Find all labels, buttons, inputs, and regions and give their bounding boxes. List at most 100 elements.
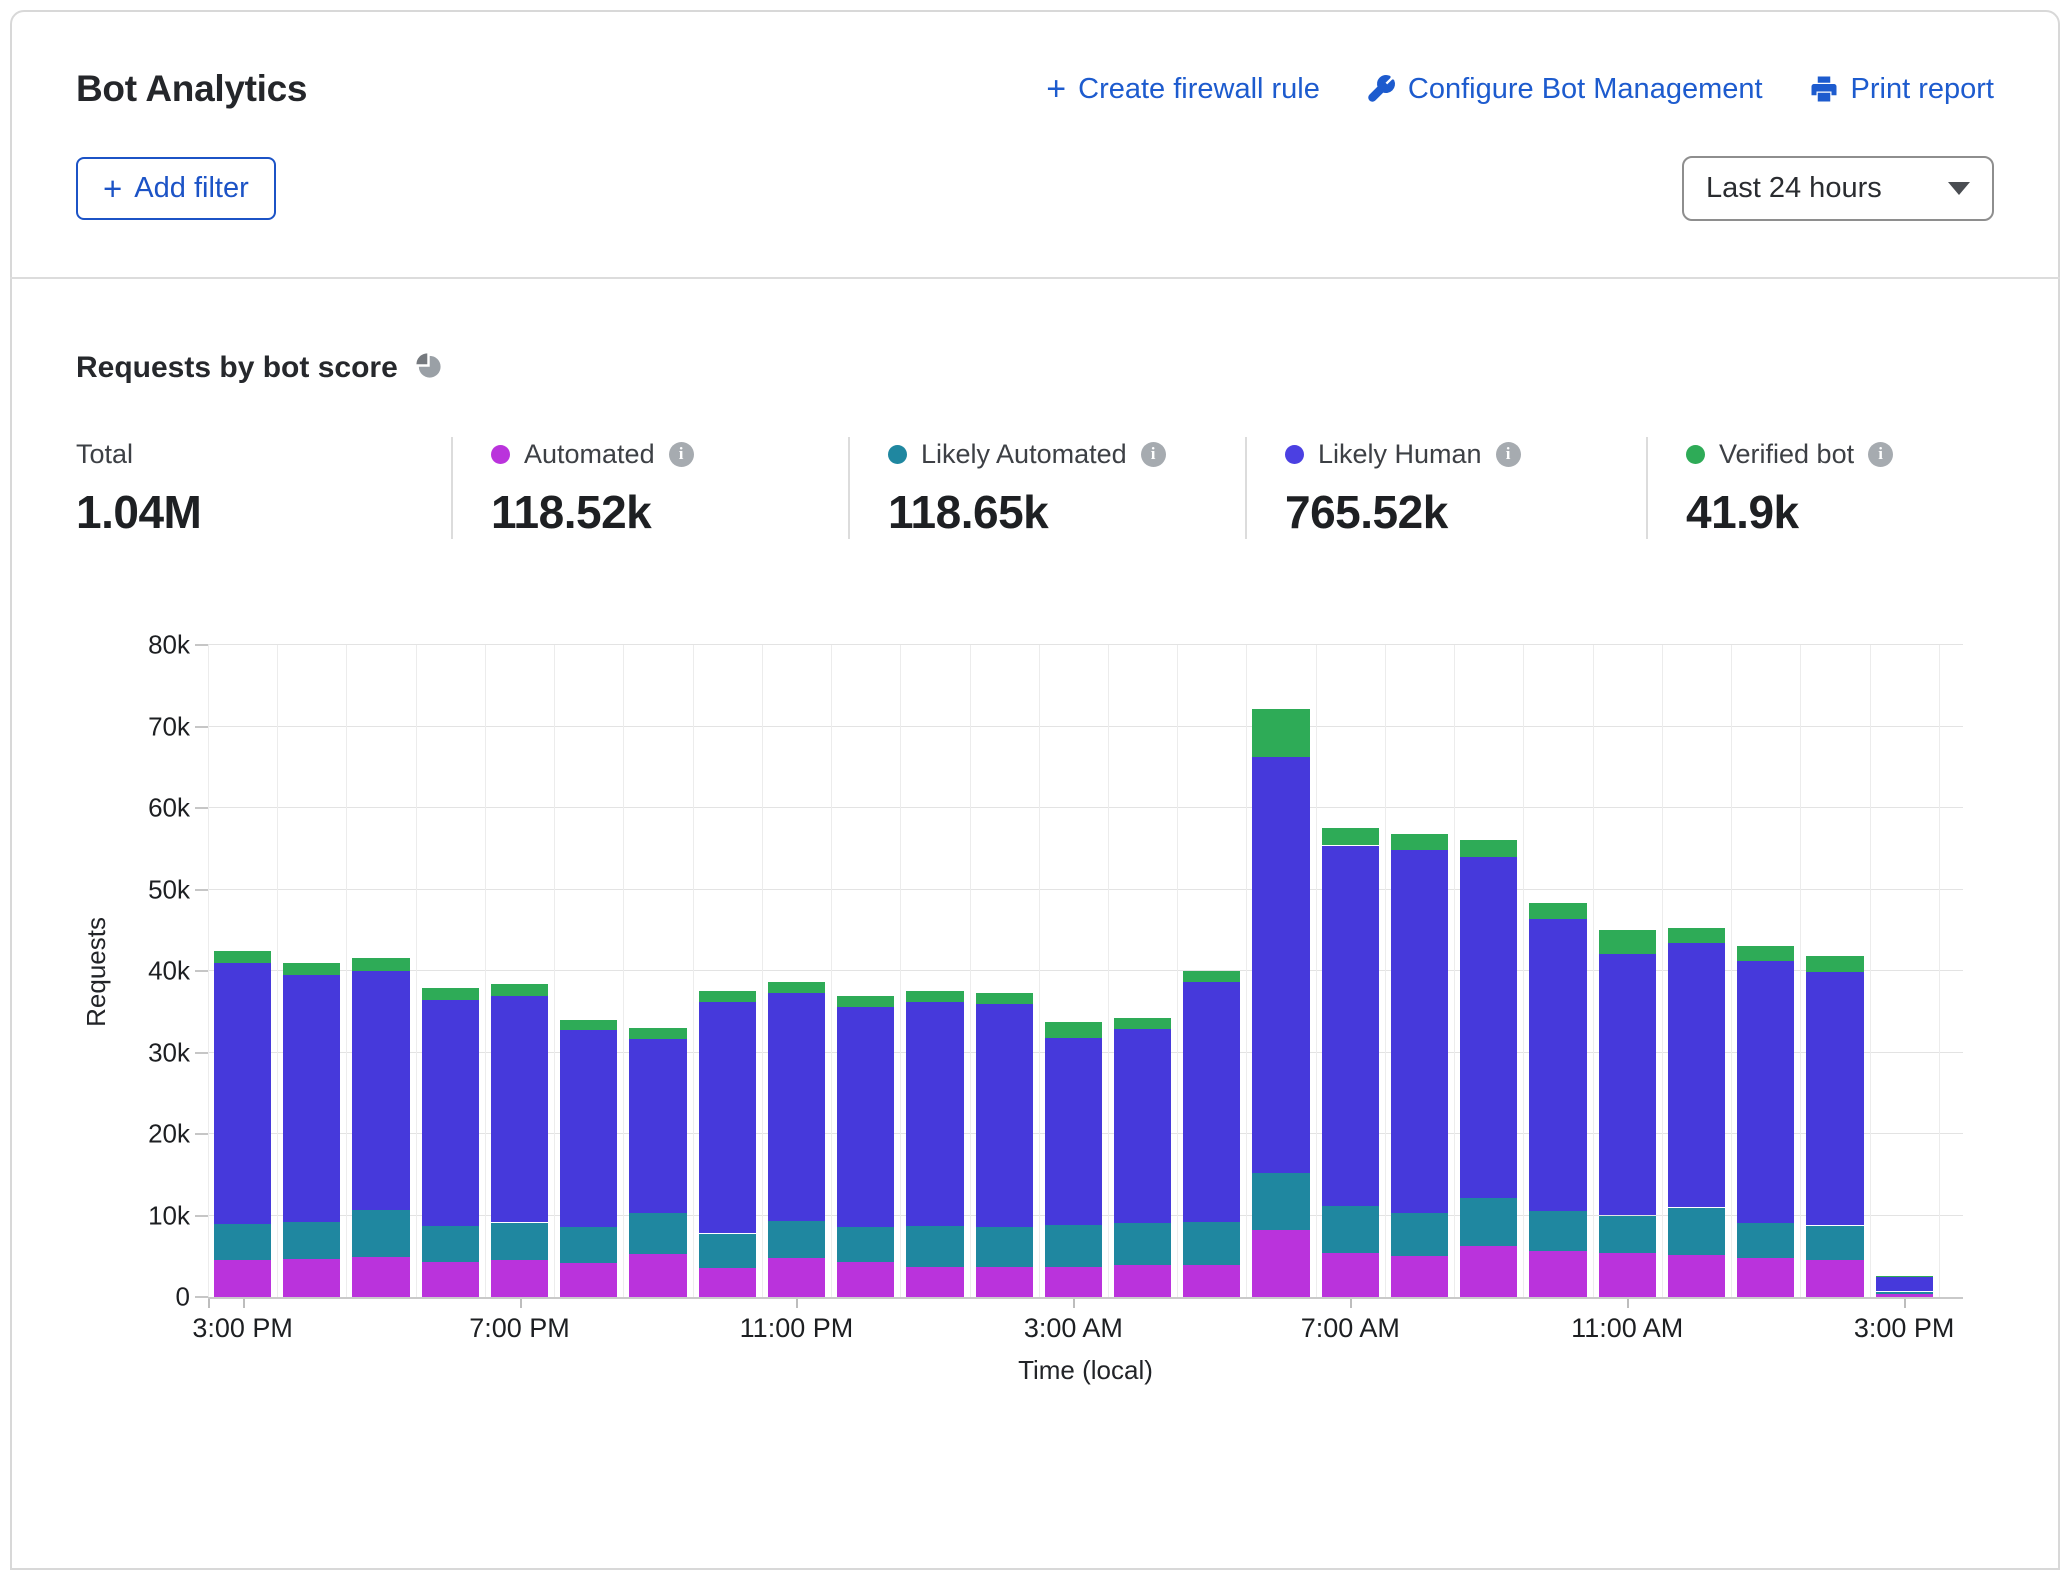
bar-segment-verified-bot	[1737, 946, 1794, 961]
stat-automated: Automated i 118.52k	[451, 437, 848, 539]
bar-segment-likely-automated	[1806, 1226, 1863, 1260]
bar-segment-likely-human	[1599, 953, 1656, 1215]
requests-chart: Requests 010k20k30k40k50k60k70k80k 3:00 …	[76, 645, 1994, 1299]
bar-3-00-AM[interactable]	[1045, 1022, 1102, 1297]
bar-2-00-AM[interactable]	[976, 992, 1033, 1297]
bar-segment-likely-automated	[491, 1223, 548, 1260]
bar-segment-verified-bot	[1322, 828, 1379, 845]
bar-segment-verified-bot	[1045, 1022, 1102, 1038]
bar-10-00-PM[interactable]	[699, 991, 756, 1297]
bar-segment-automated	[837, 1262, 894, 1297]
bar-segment-verified-bot	[1599, 930, 1656, 954]
y-tick-label: 60k	[148, 793, 190, 824]
gridline	[208, 889, 1963, 890]
bot-analytics-card: Bot Analytics + Create firewall rule Con…	[10, 10, 2060, 1570]
bar-segment-likely-human	[1045, 1038, 1102, 1225]
stat-label: Verified bot	[1719, 439, 1854, 470]
print-report-link[interactable]: Print report	[1809, 73, 1994, 106]
bar-3-00-PM[interactable]	[214, 951, 271, 1297]
bar-segment-likely-human	[1529, 918, 1586, 1211]
x-tick-mark	[208, 1299, 210, 1308]
add-filter-button[interactable]: + Add filter	[76, 157, 276, 220]
bar-segment-likely-human	[1322, 846, 1379, 1206]
bar-segment-automated	[1599, 1253, 1656, 1297]
gridline	[485, 645, 486, 1297]
x-tick-mark	[520, 1299, 522, 1308]
bar-segment-verified-bot	[352, 958, 409, 971]
y-tick-mark	[195, 1215, 208, 1217]
bar-segment-verified-bot	[837, 996, 894, 1007]
automated-dot-icon	[491, 445, 510, 464]
bar-segment-likely-automated	[214, 1224, 271, 1260]
bar-segment-automated	[629, 1254, 686, 1297]
bar-segment-likely-automated	[906, 1226, 963, 1267]
bar-6-00-AM[interactable]	[1252, 709, 1309, 1297]
bar-7-00-AM[interactable]	[1322, 828, 1379, 1297]
bar-6-00-PM[interactable]	[422, 988, 479, 1297]
bar-segment-likely-automated	[1391, 1213, 1448, 1256]
y-tick-label: 40k	[148, 956, 190, 987]
x-tick-label: 3:00 PM	[1854, 1313, 1955, 1344]
gridline	[416, 645, 417, 1297]
gridline	[277, 645, 278, 1297]
x-tick-mark	[243, 1299, 245, 1308]
bar-segment-likely-human	[1391, 850, 1448, 1213]
info-icon[interactable]: i	[1868, 442, 1893, 467]
bar-11-00-PM[interactable]	[768, 982, 825, 1297]
y-tick-label: 10k	[148, 1200, 190, 1231]
bar-segment-verified-bot	[214, 951, 271, 963]
bar-segment-likely-human	[837, 1007, 894, 1227]
bar-segment-verified-bot	[283, 963, 340, 975]
bar-12-00-PM[interactable]	[1668, 929, 1725, 1297]
bar-4-00-PM[interactable]	[283, 963, 340, 1297]
y-tick-label: 80k	[148, 630, 190, 661]
bar-3-00-PM[interactable]	[1876, 1277, 1933, 1297]
stat-value: 1.04M	[76, 485, 451, 539]
info-icon[interactable]: i	[669, 442, 694, 467]
stat-label: Automated	[524, 439, 655, 470]
bar-segment-automated	[491, 1260, 548, 1297]
info-icon[interactable]: i	[1141, 442, 1166, 467]
bar-5-00-PM[interactable]	[352, 958, 409, 1297]
x-tick-label: 3:00 AM	[1024, 1313, 1123, 1344]
bar-8-00-AM[interactable]	[1391, 833, 1448, 1297]
create-firewall-rule-link[interactable]: + Create firewall rule	[1046, 72, 1320, 106]
stat-total: Total 1.04M	[76, 437, 451, 539]
bar-8-00-PM[interactable]	[560, 1020, 617, 1297]
bar-segment-likely-human	[906, 1002, 963, 1226]
y-tick-mark	[195, 1133, 208, 1135]
time-range-select[interactable]: Last 24 hours	[1682, 156, 1994, 221]
bar-segment-likely-automated	[1668, 1208, 1725, 1255]
bar-segment-likely-automated	[976, 1227, 1033, 1267]
bar-segment-automated	[1114, 1265, 1171, 1297]
bar-segment-likely-human	[1183, 982, 1240, 1222]
bar-9-00-PM[interactable]	[629, 1028, 686, 1297]
gridline	[1454, 645, 1455, 1297]
stat-verified-bot: Verified bot i 41.9k	[1646, 437, 1994, 539]
bar-5-00-AM[interactable]	[1183, 970, 1240, 1297]
bar-2-00-PM[interactable]	[1806, 956, 1863, 1297]
gridline	[1870, 645, 1871, 1297]
wrench-icon	[1366, 74, 1396, 104]
bar-segment-verified-bot	[1252, 709, 1309, 757]
bar-segment-verified-bot	[1183, 971, 1240, 982]
bar-7-00-PM[interactable]	[491, 984, 548, 1297]
bar-segment-likely-human	[1876, 1277, 1933, 1291]
gridline	[762, 645, 763, 1297]
bar-segment-automated	[1529, 1251, 1586, 1297]
bar-11-00-AM[interactable]	[1599, 930, 1656, 1297]
info-icon[interactable]: i	[1496, 442, 1521, 467]
bar-12-00-AM[interactable]	[837, 995, 894, 1297]
bar-10-00-AM[interactable]	[1529, 903, 1586, 1297]
y-tick-mark	[195, 807, 208, 809]
bar-1-00-PM[interactable]	[1737, 947, 1794, 1297]
bar-1-00-AM[interactable]	[906, 991, 963, 1297]
bar-segment-likely-automated	[1183, 1222, 1240, 1265]
bar-segment-likely-automated	[1252, 1173, 1309, 1230]
bar-4-00-AM[interactable]	[1114, 1017, 1171, 1297]
bar-segment-automated	[768, 1258, 825, 1297]
x-tick-label: 7:00 PM	[469, 1313, 570, 1344]
stat-value: 118.65k	[888, 485, 1245, 539]
bar-9-00-AM[interactable]	[1460, 840, 1517, 1297]
configure-bot-management-link[interactable]: Configure Bot Management	[1366, 73, 1763, 106]
